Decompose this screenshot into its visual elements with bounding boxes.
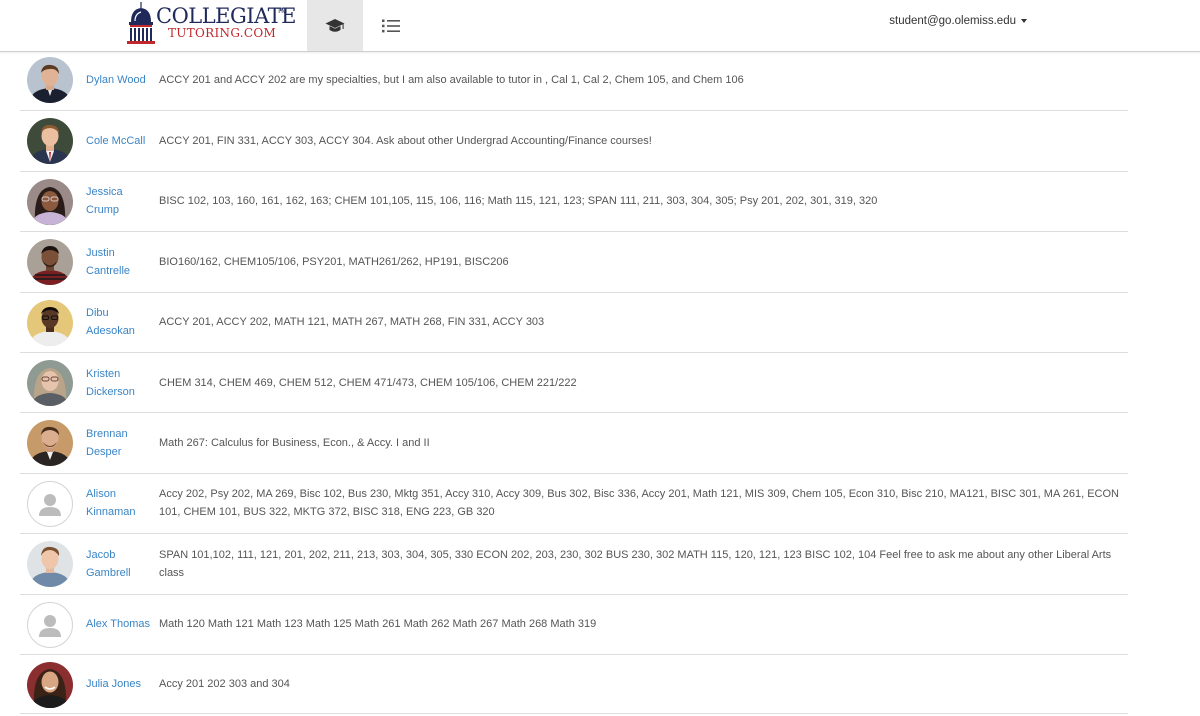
tutor-photo: [27, 661, 73, 708]
tutor-row: Dylan Wood ACCY 201 and ACCY 202 are my …: [20, 50, 1128, 110]
tab-tutors[interactable]: [307, 0, 363, 51]
tutor-subjects: ACCY 201, ACCY 202, MATH 121, MATH 267, …: [159, 316, 545, 329]
avatar[interactable]: [27, 359, 73, 406]
avatar[interactable]: [27, 118, 73, 165]
top-navbar: COLLEGIATE TM TUTORING.COM student@go.ol…: [0, 0, 1200, 52]
tutor-photo: [27, 178, 73, 225]
tutor-row: Dibu Adesokan ACCY 201, ACCY 202, MATH 1…: [20, 291, 1128, 352]
tutor-photo: [27, 239, 73, 286]
brand-name-top: COLLEGIATE: [156, 4, 296, 28]
brand-trademark: TM: [277, 8, 288, 15]
tutor-name-link[interactable]: Justin Cantrelle: [86, 232, 154, 291]
tutor-row: Julia Jones Accy 201 202 303 and 304: [20, 653, 1128, 715]
avatar[interactable]: [27, 661, 73, 708]
tutor-photo: [27, 118, 73, 165]
tutor-subjects: SPAN 101,102, 111, 121, 201, 202, 211, 2…: [159, 548, 1112, 579]
tutor-name-link[interactable]: Brennan Desper: [86, 413, 154, 472]
tutor-subjects: Math 120 Math 121 Math 123 Math 125 Math…: [159, 618, 597, 631]
brand-name-bottom: TUTORING.COM: [168, 26, 277, 40]
tutor-name-link[interactable]: Dylan Wood: [86, 50, 154, 110]
tutor-list: Dylan Wood ACCY 201 and ACCY 202 are my …: [20, 50, 1128, 715]
tutor-photo: [27, 299, 73, 346]
avatar[interactable]: [27, 57, 73, 103]
tutor-photo: [27, 359, 73, 406]
tutor-subjects: Math 267: Calculus for Business, Econ., …: [159, 437, 430, 450]
tutor-name-link[interactable]: Cole McCall: [86, 111, 154, 170]
avatar-placeholder[interactable]: [27, 480, 73, 527]
tutor-name-link[interactable]: Julia Jones: [86, 655, 154, 713]
avatar[interactable]: [27, 178, 73, 225]
collegiate-tutoring-logo[interactable]: COLLEGIATE TM TUTORING.COM: [126, 2, 296, 48]
tutor-subjects: Accy 202, Psy 202, MA 269, Bisc 102, Bus…: [159, 488, 1119, 519]
tutor-row: Justin Cantrelle BIO160/162, CHEM105/106…: [20, 231, 1128, 291]
tutor-row: Jessica Crump BISC 102, 103, 160, 161, 1…: [20, 170, 1128, 231]
tutor-name-link[interactable]: Dibu Adesokan: [86, 293, 154, 352]
avatar-placeholder[interactable]: [27, 601, 73, 648]
graduation-cap-icon: [325, 18, 345, 32]
user-account-dropdown[interactable]: student@go.olemiss.edu: [889, 15, 1027, 27]
tutor-photo: [27, 420, 73, 467]
caret-down-icon: [1021, 18, 1027, 23]
avatar[interactable]: [27, 420, 73, 467]
user-silhouette-icon: [39, 614, 61, 637]
tutor-photo: [27, 541, 73, 588]
tutor-subjects: Accy 201 202 303 and 304: [159, 678, 290, 691]
list-icon: [382, 19, 400, 32]
tutor-row: Jacob Gambrell SPAN 101,102, 111, 121, 2…: [20, 533, 1128, 593]
tutor-subjects: BISC 102, 103, 160, 161, 162, 163; CHEM …: [159, 195, 878, 208]
tutor-row: Alison Kinnaman Accy 202, Psy 202, MA 26…: [20, 472, 1128, 533]
tutor-row: Cole McCall ACCY 201, FIN 331, ACCY 303,…: [20, 110, 1128, 170]
tutor-name-link[interactable]: Jessica Crump: [86, 172, 154, 231]
avatar[interactable]: [27, 541, 73, 588]
tutor-photo: [27, 57, 73, 103]
tutor-name-link[interactable]: Jacob Gambrell: [86, 534, 154, 593]
tab-list[interactable]: [363, 0, 419, 51]
tutor-subjects: ACCY 201 and ACCY 202 are my specialties…: [159, 74, 744, 87]
avatar[interactable]: [27, 299, 73, 346]
tutor-name-link[interactable]: Alison Kinnaman: [86, 474, 154, 533]
tutor-subjects: ACCY 201, FIN 331, ACCY 303, ACCY 304. A…: [159, 135, 652, 148]
avatar[interactable]: [27, 239, 73, 286]
capitol-dome-icon: [127, 2, 155, 44]
tutor-subjects: BIO160/162, CHEM105/106, PSY201, MATH261…: [159, 255, 509, 268]
user-email: student@go.olemiss.edu: [889, 15, 1016, 27]
tutor-subjects: CHEM 314, CHEM 469, CHEM 512, CHEM 471/4…: [159, 376, 577, 389]
tutor-name-link[interactable]: Kristen Dickerson: [86, 353, 154, 412]
user-silhouette-icon: [39, 493, 61, 516]
tutor-name-link[interactable]: Alex Thomas: [86, 595, 154, 654]
tutor-row: Kristen Dickerson CHEM 314, CHEM 469, CH…: [20, 351, 1128, 412]
tutor-row: Brennan Desper Math 267: Calculus for Bu…: [20, 412, 1128, 472]
tutor-row: Alex Thomas Math 120 Math 121 Math 123 M…: [20, 593, 1128, 654]
